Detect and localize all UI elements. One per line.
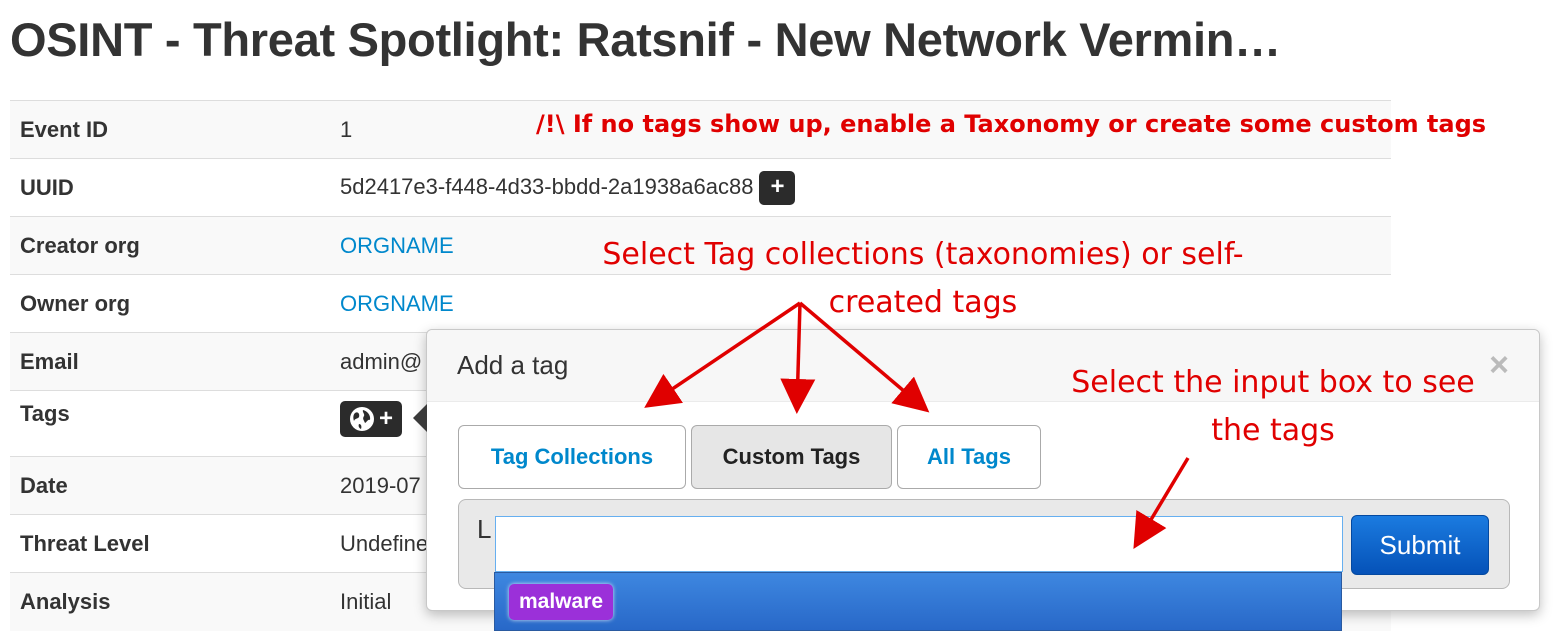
- row-key: Creator org: [20, 232, 140, 258]
- row-key: UUID: [20, 174, 74, 200]
- tag-collections-annotation: Select Tag collections (taxonomies) or s…: [602, 237, 1244, 320]
- row-key: Threat Level: [20, 530, 150, 556]
- add-tag-button[interactable]: +: [340, 401, 402, 437]
- tab-tag-collections[interactable]: Tag Collections: [458, 425, 686, 489]
- uuid-value: 5d2417e3-f448-4d33-bbdd-2a1938a6ac88: [340, 173, 754, 199]
- page-title: OSINT - Threat Spotlight: Ratsnif - New …: [10, 13, 1281, 66]
- input-box-annotation: Select the input box to see the tags: [1071, 365, 1475, 448]
- row-value-uuid: 5d2417e3-f448-4d33-bbdd-2a1938a6ac88 +: [330, 159, 1391, 217]
- owner-org-link[interactable]: ORGNAME: [340, 291, 454, 316]
- row-key: Owner org: [20, 290, 131, 316]
- table-row: UUID 5d2417e3-f448-4d33-bbdd-2a1938a6ac8…: [10, 158, 1391, 217]
- warning-annotation: /!\ If no tags show up, enable a Taxonom…: [536, 110, 1487, 138]
- tab-all-tags[interactable]: All Tags: [897, 425, 1041, 489]
- text-cursor-glyph: L: [477, 514, 492, 544]
- row-key: Analysis: [20, 588, 111, 614]
- tag-chip-malware[interactable]: malware: [509, 584, 614, 620]
- row-key: Tags: [20, 401, 70, 426]
- globe-icon: [349, 407, 374, 431]
- tag-suggestion-item[interactable]: malware: [494, 572, 1342, 631]
- row-key: Date: [20, 472, 68, 498]
- row-key: Event ID: [20, 116, 109, 142]
- submit-button[interactable]: Submit: [1351, 515, 1489, 575]
- uuid-add-button[interactable]: +: [759, 170, 796, 205]
- creator-org-link[interactable]: ORGNAME: [340, 233, 454, 258]
- tag-search-input[interactable]: [495, 516, 1343, 572]
- tab-custom-tags[interactable]: Custom Tags: [691, 425, 892, 489]
- close-icon[interactable]: ×: [1489, 348, 1509, 382]
- plus-label: +: [378, 405, 393, 432]
- row-key: Email: [20, 348, 79, 374]
